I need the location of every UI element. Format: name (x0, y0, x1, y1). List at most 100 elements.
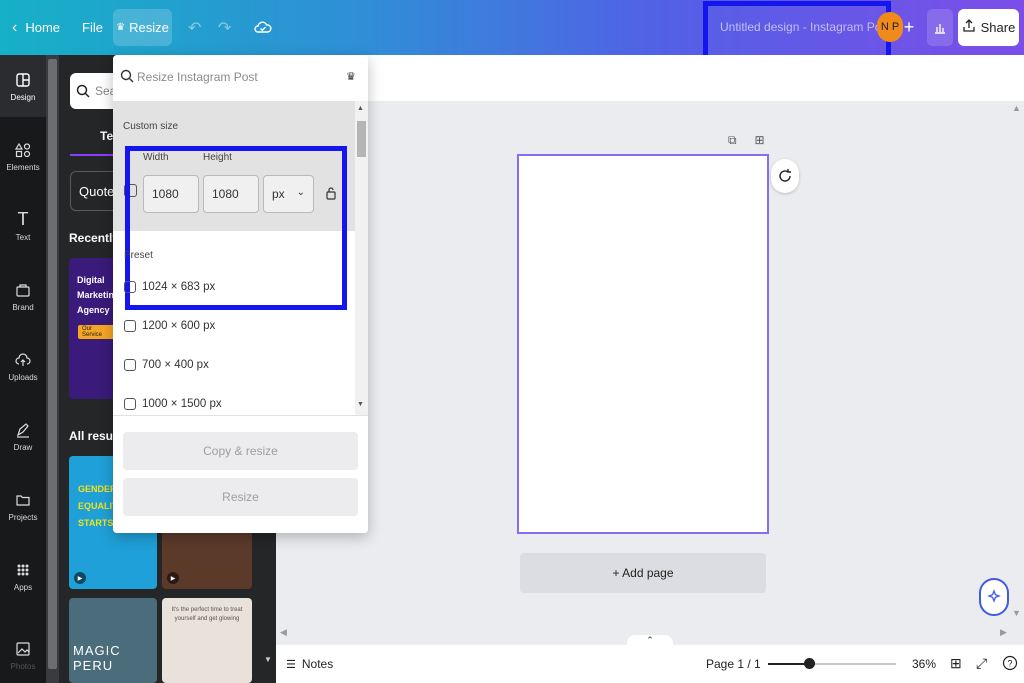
play-icon: ▶ (167, 572, 179, 584)
rail-item-draw[interactable]: Draw (0, 405, 46, 467)
uploads-icon (14, 351, 32, 369)
resize-label: Resize (129, 20, 169, 35)
duplicate-page-icon[interactable]: ⧉ (728, 133, 742, 147)
checkbox-icon (124, 320, 136, 332)
fullscreen-icon[interactable]: ⤢ (976, 655, 987, 672)
top-bar: ‹ Home File ♛ Resize ↶ ↷ Untitled design… (0, 0, 1024, 69)
rail-item-apps[interactable]: Apps (0, 545, 46, 607)
canvas-area: ⧉ ⊞ + Add page ▲ ▼ ◀ ▶ (276, 55, 1024, 645)
add-page-button[interactable]: + Add page (520, 553, 766, 593)
rail-item-photos[interactable]: Photos (0, 627, 46, 683)
svg-text:?: ? (1007, 659, 1012, 669)
cloud-saved-icon[interactable] (254, 0, 272, 55)
share-button[interactable]: Share (958, 9, 1019, 46)
resize-confirm-button[interactable]: Resize (123, 478, 358, 516)
photos-icon (14, 640, 32, 658)
scroll-left-arrow-icon[interactable]: ◀ (280, 627, 287, 638)
scroll-up-arrow-icon[interactable]: ▲ (357, 105, 364, 112)
rail-item-brand[interactable]: Brand (0, 265, 46, 327)
insights-button[interactable] (927, 9, 953, 46)
draw-icon (14, 421, 32, 439)
template-thumbnail[interactable]: MAGIC PERU (69, 598, 157, 683)
popover-scrollbar[interactable]: ▲ ▼ (355, 101, 368, 415)
resize-options: Custom size Width Height 1080 1080 px ⌄ … (113, 101, 368, 415)
apps-icon (14, 561, 32, 579)
rail-item-elements[interactable]: Elements (0, 125, 46, 187)
copy-resize-button[interactable]: Copy & resize (123, 432, 358, 470)
home-label: Home (25, 20, 61, 35)
rail-item-projects[interactable]: Projects (0, 475, 46, 537)
design-icon (14, 71, 32, 89)
preset-label-text: 1024 × 683 px (142, 281, 216, 293)
thumbnail-text: MAGIC PERU (73, 643, 121, 673)
scroll-up-arrow-icon[interactable]: ▲ (1012, 103, 1021, 113)
upload-share-icon (962, 19, 976, 36)
preset-option[interactable]: 1200 × 600 px (124, 316, 215, 336)
scrollbar-thumb (48, 59, 57, 669)
text-icon: T (17, 209, 29, 229)
magic-sparkle-icon[interactable] (979, 578, 1009, 616)
preset-option[interactable]: 1024 × 683 px (124, 277, 215, 297)
vertical-scrollbar[interactable]: ▲ ▼ (1012, 103, 1022, 623)
play-icon: ▶ (74, 572, 86, 584)
scroll-right-arrow-icon[interactable]: ▶ (1000, 627, 1007, 638)
home-button[interactable]: ‹ Home (12, 0, 60, 55)
preset-option[interactable]: 700 × 400 px (124, 355, 209, 375)
preset-option[interactable]: 1000 × 1500 px (124, 394, 222, 414)
page-indicator[interactable]: Page 1 / 1 (706, 657, 761, 671)
scroll-down-arrow-icon[interactable]: ▼ (357, 401, 364, 408)
resize-search: ♛ (113, 55, 368, 101)
grid-view-icon[interactable]: ⊞ (950, 655, 962, 672)
checkbox-icon (124, 398, 136, 410)
notes-label: Notes (301, 657, 334, 671)
template-thumbnail[interactable]: It's the perfect time to treat yourself … (162, 598, 252, 683)
scrollbar-thumb[interactable] (357, 121, 366, 157)
resize-search-input[interactable] (137, 67, 337, 87)
checkbox-icon (124, 359, 136, 371)
chevron-left-icon: ‹ (12, 18, 18, 36)
custom-size-label: Custom size (123, 121, 179, 132)
zoom-slider-knob[interactable] (803, 658, 815, 669)
share-label: Share (980, 20, 1016, 35)
chevron-up-icon[interactable]: ⌃ (627, 635, 673, 649)
rail-item-uploads[interactable]: Uploads (0, 335, 46, 397)
popover-footer: Copy & resize Resize (113, 415, 368, 533)
preset-label: Preset (124, 250, 153, 261)
redo-icon[interactable]: ↷ (218, 0, 231, 55)
add-page-icon[interactable]: ⊞ (754, 133, 768, 147)
elements-icon (14, 141, 32, 159)
checkbox-icon (124, 281, 136, 293)
tab-templates[interactable]: Te (100, 129, 113, 143)
canvas-toolbar-strip (276, 55, 1024, 101)
page-tools: ⧉ ⊞ (728, 131, 776, 149)
projects-icon (14, 491, 32, 509)
add-collaborator-icon[interactable]: + (897, 12, 921, 42)
zoom-slider[interactable] (768, 658, 896, 669)
resize-button[interactable]: ♛ Resize (113, 9, 172, 46)
preset-label-text: 700 × 400 px (142, 359, 209, 371)
undo-icon[interactable]: ↶ (188, 0, 201, 55)
thumbnail-text: Digital Marketin Agency (77, 275, 115, 315)
thumbnail-pill: Our Service (78, 325, 115, 339)
side-panel-scrollbar[interactable] (46, 55, 59, 683)
scroll-down-arrow-icon[interactable]: ▼ (264, 655, 274, 683)
design-page[interactable] (517, 154, 769, 534)
preset-label-text: 1000 × 1500 px (142, 398, 222, 410)
help-icon[interactable]: ? (1002, 655, 1018, 674)
rail-item-text[interactable]: T Text (0, 195, 46, 257)
search-icon (120, 69, 134, 83)
file-menu-button[interactable]: File (82, 0, 103, 55)
template-thumbnail[interactable]: Digital Marketin Agency Our Service (69, 258, 115, 399)
canva-editor: ‹ Home File ♛ Resize ↶ ↷ Untitled design… (0, 0, 1024, 683)
zoom-level[interactable]: 36% (912, 657, 936, 671)
rail-item-design[interactable]: Design (0, 55, 46, 117)
bottom-bar: ⌃ ☰ Notes Page 1 / 1 36% ⊞ ⤢ ? (276, 635, 1024, 683)
crown-icon: ♛ (116, 22, 126, 33)
preset-label-text: 1200 × 600 px (142, 320, 216, 332)
notes-icon: ☰ (286, 658, 296, 671)
notes-button[interactable]: ☰ Notes (286, 657, 333, 671)
bar-chart-icon (935, 23, 945, 34)
scroll-down-arrow-icon[interactable]: ▼ (1012, 608, 1021, 618)
refresh-icon[interactable] (771, 159, 799, 193)
brand-icon (14, 281, 32, 299)
